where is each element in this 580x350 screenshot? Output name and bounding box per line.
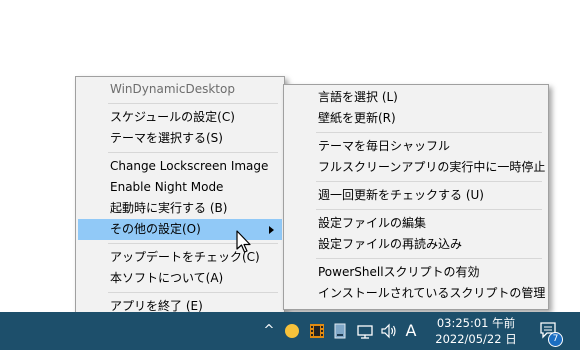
mouse-cursor-icon — [236, 230, 251, 253]
submenu-item-manage-scripts[interactable]: インストールされているスクリプトの管理 — [286, 283, 546, 304]
menu-separator — [316, 258, 542, 259]
clock[interactable]: 03:25:01 午前 2022/05/22 日 — [425, 315, 527, 347]
menu-item-label: その他の設定(O) — [110, 222, 201, 236]
storage-tray-icon[interactable] — [331, 322, 349, 340]
context-menu: WinDynamicDesktop スケジュールの設定(C) テーマを選択する(… — [75, 76, 285, 324]
menu-item-select-theme[interactable]: テーマを選択する(S) — [78, 128, 282, 149]
submenu-item-shuffle-theme[interactable]: テーマを毎日シャッフル — [286, 136, 546, 157]
menu-item-schedule[interactable]: スケジュールの設定(C) — [78, 107, 282, 128]
menu-separator — [108, 292, 278, 293]
submenu: 言語を選択 (L) 壁紙を更新(R) テーマを毎日シャッフル フルスクリーンアプ… — [283, 84, 549, 310]
notification-count-badge: 7 — [548, 332, 563, 347]
submenu-item-enable-powershell[interactable]: PowerShellスクリプトの有効 — [286, 262, 546, 283]
submenu-item-language[interactable]: 言語を選択 (L) — [286, 87, 546, 108]
clock-time: 03:25:01 午前 — [436, 316, 516, 330]
menu-title: WinDynamicDesktop — [110, 82, 235, 96]
submenu-item-weekly-update-check[interactable]: 週一回更新をチェックする (U) — [286, 185, 546, 206]
menu-separator — [108, 152, 278, 153]
film-app-tray-icon[interactable] — [308, 322, 326, 340]
submenu-item-reload-config[interactable]: 設定ファイルの再読み込み — [286, 234, 546, 255]
clock-date: 2022/05/22 日 — [435, 332, 517, 346]
menu-item-run-on-startup[interactable]: 起動時に実行する (B) — [78, 198, 282, 219]
volume-icon[interactable] — [380, 322, 398, 340]
show-hidden-icons-chevron-icon[interactable]: ^ — [260, 322, 278, 340]
windynamicdesktop-tray-icon[interactable] — [283, 322, 301, 340]
submenu-item-pause-fullscreen[interactable]: フルスクリーンアプリの実行中に一時停止 — [286, 157, 546, 178]
menu-separator — [316, 181, 542, 182]
menu-item-change-lockscreen[interactable]: Change Lockscreen Image — [78, 156, 282, 177]
menu-separator — [108, 103, 278, 104]
menu-separator — [316, 132, 542, 133]
submenu-item-refresh-wallpaper[interactable]: 壁紙を更新(R) — [286, 108, 546, 129]
taskbar: ^ A 03:25:01 午前 2022/05/22 日 7 — [0, 312, 580, 350]
menu-separator — [316, 209, 542, 210]
submenu-item-edit-config[interactable]: 設定ファイルの編集 — [286, 213, 546, 234]
ime-mode-indicator[interactable]: A — [402, 322, 420, 340]
submenu-arrow-icon — [269, 226, 274, 234]
network-icon[interactable] — [356, 322, 374, 340]
menu-item-about[interactable]: 本ソフトについて(A) — [78, 268, 282, 289]
menu-item-night-mode[interactable]: Enable Night Mode — [78, 177, 282, 198]
